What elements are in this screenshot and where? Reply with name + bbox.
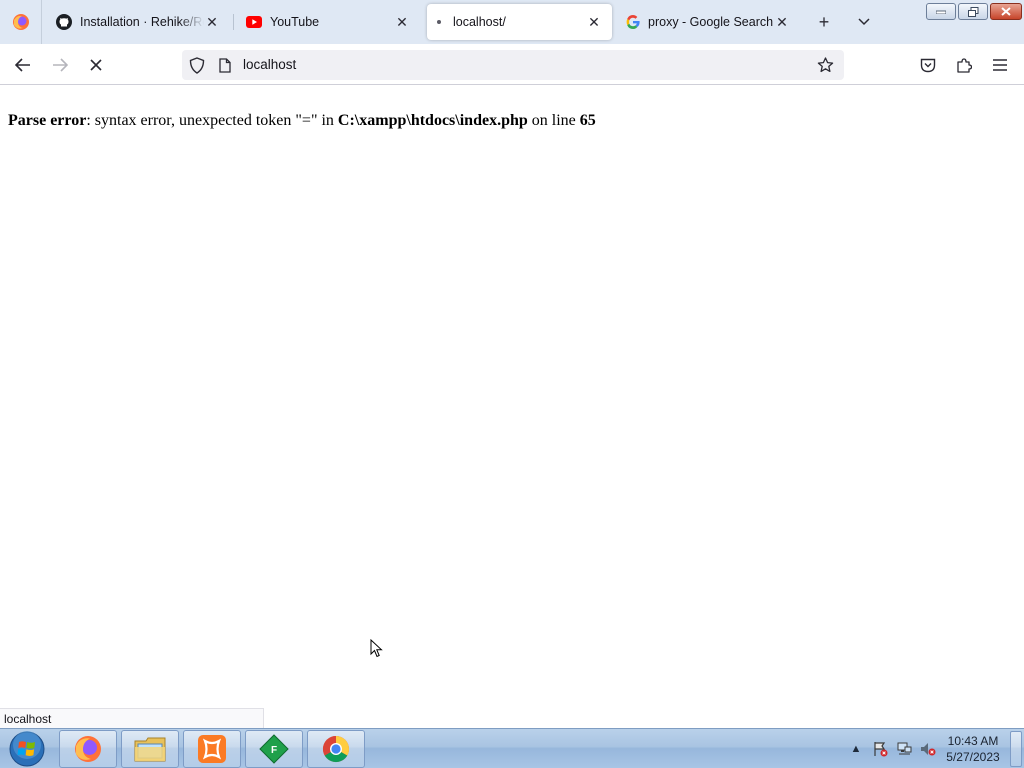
svg-text:F: F [271,745,277,756]
show-hidden-icons-button[interactable]: ▲ [847,740,865,758]
tab-google-search[interactable]: proxy - Google Search ✕ [616,4,800,40]
action-center-flag-icon[interactable] [871,740,889,758]
network-icon[interactable] [895,740,913,758]
arrow-right-icon [53,58,68,72]
restore-button[interactable] [958,3,988,20]
page-content: Parse error: syntax error, unexpected to… [0,86,1024,728]
close-tab-icon[interactable]: ✕ [586,14,602,30]
clock-date: 5/27/2023 [946,750,1000,764]
taskbar-chrome[interactable] [307,730,365,768]
plus-icon: + [818,11,830,32]
firefox-icon [12,14,29,30]
youtube-icon [246,16,262,28]
pocket-button[interactable] [914,51,942,79]
taskbar-firefox[interactable] [59,730,117,768]
extensions-button[interactable] [950,51,978,79]
chevron-down-icon [858,18,870,26]
tab-title: localhost/ [453,15,506,29]
windows-taskbar: F ▲ 10:43 AM 5/27/2023 [0,728,1024,768]
system-tray: ▲ [844,729,940,768]
php-error-message: Parse error: syntax error, unexpected to… [8,112,596,130]
google-icon [626,15,640,29]
pocket-icon [920,58,936,72]
new-tab-button[interactable]: + [812,10,836,34]
taskbar-explorer[interactable] [121,730,179,768]
tab-installation-rehike[interactable]: Installation · Rehike/Rehike Wiki ✕ [46,4,230,40]
window-controls [926,3,1022,20]
firefox-icon [75,736,101,762]
tab-title: proxy - Google Search [648,15,774,29]
chrome-icon [322,735,350,763]
taskbar-fiddler[interactable]: F [245,730,303,768]
forward-button[interactable] [46,51,74,79]
show-desktop-button[interactable] [1010,731,1022,767]
firefox-menu-button[interactable] [0,0,42,44]
app-menu-button[interactable] [986,51,1014,79]
error-label: Parse error [8,112,87,129]
start-button[interactable] [3,730,51,768]
error-on-line-text: on line [527,112,580,129]
tab-youtube[interactable]: YouTube ✕ [236,4,420,40]
status-text: localhost [4,712,52,726]
tab-strip: Installation · Rehike/Rehike Wiki ✕ YouT… [0,0,1024,44]
folder-icon [134,737,166,762]
tab-title: Installation · Rehike/Rehike Wiki [80,15,204,29]
puzzle-piece-icon [957,58,972,73]
minimize-icon [936,10,946,14]
back-button[interactable] [9,51,37,79]
close-tab-icon[interactable]: ✕ [204,14,220,30]
taskbar-clock[interactable]: 10:43 AM 5/27/2023 [940,733,1006,765]
page-info-icon[interactable] [216,56,234,74]
close-icon [1001,7,1011,16]
navigation-toolbar: localhost [0,44,1024,85]
restore-icon [967,6,978,17]
diamond-f-icon: F [259,734,289,764]
stop-icon [90,59,102,71]
shield-icon[interactable] [188,56,206,74]
github-icon [56,14,72,30]
list-all-tabs-button[interactable] [852,10,876,34]
clock-time: 10:43 AM [947,734,999,748]
tab-separator [233,14,234,30]
loading-dot-icon [437,20,441,24]
error-message: : syntax error, unexpected token "=" in [86,112,338,129]
close-window-button[interactable] [990,3,1022,20]
error-file-path: C:\xampp\htdocs\index.php [337,112,528,129]
tab-localhost[interactable]: localhost/ ✕ [427,4,612,40]
mouse-cursor-icon [370,639,383,658]
arrow-left-icon [15,58,30,72]
tab-title: YouTube [270,15,320,29]
windows-orb-icon [9,731,45,767]
stop-loading-button[interactable] [82,51,110,79]
bookmark-star-icon[interactable] [816,56,834,74]
taskbar-xampp[interactable] [183,730,241,768]
hamburger-menu-icon [993,59,1007,71]
volume-muted-icon[interactable] [919,740,937,758]
error-line-number: 65 [579,112,596,129]
minimize-button[interactable] [926,3,956,20]
xampp-icon [198,735,226,763]
close-tab-icon[interactable]: ✕ [774,14,790,30]
status-bar: localhost [0,708,264,728]
url-text[interactable]: localhost [243,57,296,72]
close-tab-icon[interactable]: ✕ [394,14,410,30]
url-bar[interactable]: localhost [182,50,844,80]
